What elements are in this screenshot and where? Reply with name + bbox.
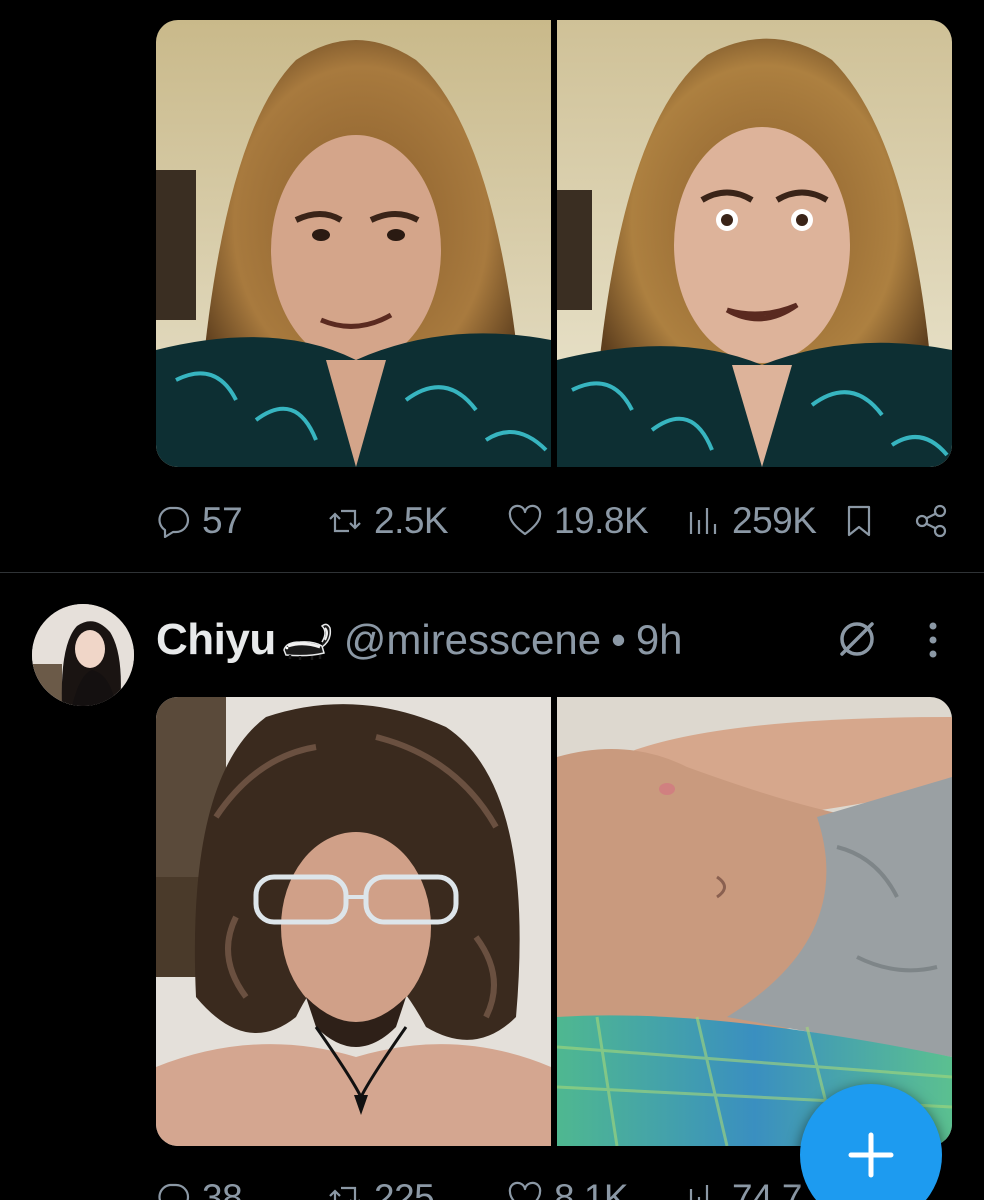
timeline: 57 2.5K 19.8K 259K Chiyu @miresscene • 9… (0, 0, 984, 1200)
repost-count: 225 (374, 1177, 435, 1200)
plus-icon (848, 1132, 894, 1178)
tweet2-header: Chiyu @miresscene • 9h (156, 610, 683, 670)
reply-icon (158, 506, 190, 538)
tweet2-photo-1[interactable] (156, 697, 551, 1146)
like-icon (508, 504, 542, 536)
reply-count: 57 (202, 500, 243, 541)
tweet1-reply-button[interactable]: 57 (156, 491, 243, 551)
tweet1-media-grid (156, 20, 952, 467)
grok-icon[interactable] (834, 616, 880, 662)
tweet1-like-button[interactable]: 19.8K (508, 491, 649, 551)
tweet1-repost-button[interactable]: 2.5K (328, 491, 449, 551)
tweet2-reply-button[interactable]: 38 (156, 1168, 243, 1200)
tweet2-media-grid (156, 697, 952, 1146)
timestamp[interactable]: 9h (636, 616, 683, 664)
skunk-emoji-icon (282, 623, 331, 660)
tweet1-photo-2[interactable] (557, 20, 952, 467)
tweet1-bookmark-button[interactable] (842, 491, 876, 551)
avatar[interactable] (32, 604, 134, 706)
like-icon (508, 1181, 542, 1200)
tweet1-views-button[interactable]: 259K (686, 491, 817, 551)
repost-icon (329, 1186, 360, 1200)
reply-count: 38 (202, 1177, 243, 1200)
views-count: 74.7 (732, 1177, 803, 1200)
repost-icon (329, 509, 361, 533)
tweet2-photo-2[interactable] (557, 697, 952, 1146)
more-options-icon[interactable] (918, 618, 948, 662)
views-icon (689, 508, 717, 534)
tweet2-like-button[interactable]: 8.1K (508, 1168, 629, 1200)
tweet1-photo-1[interactable] (156, 20, 551, 467)
reply-icon (158, 1183, 190, 1200)
like-count: 19.8K (554, 500, 649, 541)
tweet1-action-bar: 57 2.5K 19.8K 259K (156, 491, 952, 551)
tweet2-repost-button[interactable]: 225 (328, 1168, 435, 1200)
share-icon (915, 504, 947, 538)
bookmark-icon (847, 505, 871, 537)
views-icon (689, 1185, 709, 1200)
tweet-divider (0, 572, 984, 573)
display-name[interactable]: Chiyu (156, 615, 276, 665)
tweet1-share-button[interactable] (914, 491, 948, 551)
separator-dot: • (611, 616, 626, 663)
repost-count: 2.5K (374, 500, 449, 541)
like-count: 8.1K (554, 1177, 629, 1200)
tweet2-views-button[interactable]: 74.7 (686, 1168, 803, 1200)
views-count: 259K (732, 500, 817, 541)
user-handle[interactable]: @miresscene (344, 616, 601, 664)
